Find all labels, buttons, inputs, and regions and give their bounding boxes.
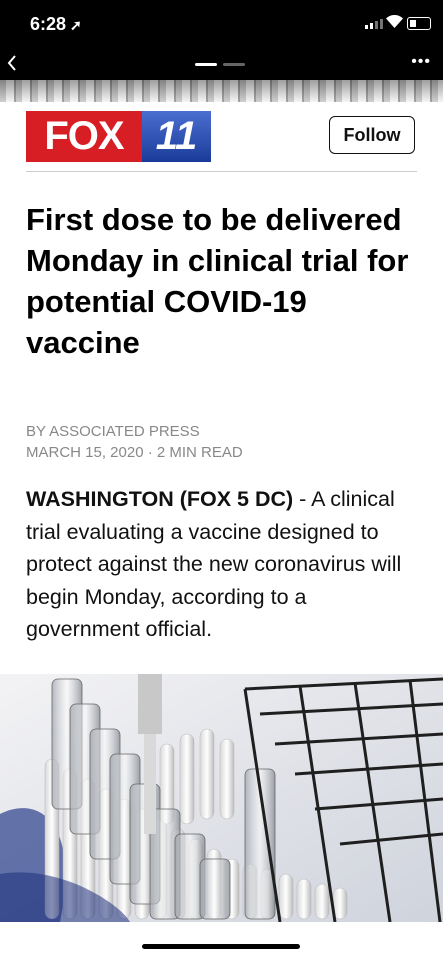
home-indicator[interactable] [142,944,300,949]
status-time: 6:28 [30,14,67,34]
divider [26,171,417,172]
byline-meta: MARCH 15, 2020 · 2 MIN READ [26,444,243,461]
clock: 6:28 ➚ [30,14,82,35]
battery-icon [407,17,431,30]
logo-fox-text: FOX [26,111,142,162]
status-bar: 6:28 ➚ [0,0,443,50]
article-body: WASHINGTON (FOX 5 DC) - A clinical trial… [26,483,421,646]
more-dots-icon[interactable]: ••• [411,53,431,71]
page-indicator [195,63,245,66]
cellular-signal-icon [365,19,383,29]
article-dateline: WASHINGTON (FOX 5 DC) [26,487,294,511]
byline-author: BY ASSOCIATED PRESS [26,423,200,440]
bottom-area [0,922,443,960]
article-top-bar: ••• [0,50,443,80]
article-photo[interactable] [0,674,443,922]
logo-number-text: 11 [142,111,211,162]
fox11-logo[interactable]: FOX 11 [26,111,211,162]
follow-button[interactable]: Follow [329,116,415,154]
article-headline: First dose to be delivered Monday in cli… [26,202,409,360]
byline: BY ASSOCIATED PRESS MARCH 15, 2020 · 2 M… [26,421,243,463]
location-arrow-icon: ➚ [70,17,82,33]
lab-vials-illustration [0,674,443,922]
chevron-left-icon[interactable] [6,53,18,79]
header-image-strip [0,80,443,102]
wifi-icon [386,14,403,33]
